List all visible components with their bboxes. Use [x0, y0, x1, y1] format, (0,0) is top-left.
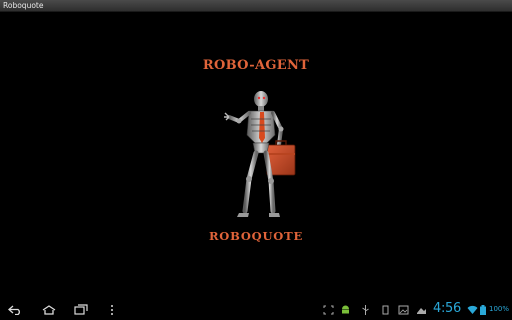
android-debug-icon [342, 305, 349, 314]
clock: 4:56 [433, 301, 461, 316]
title-bar: Roboquote [0, 0, 512, 12]
robot-illustration [224, 91, 296, 217]
usb-icon [362, 305, 369, 315]
home-icon[interactable] [40, 303, 58, 317]
window-title: Roboquote [3, 1, 44, 10]
picture-icon [398, 305, 409, 315]
back-icon[interactable] [6, 303, 24, 317]
system-navigation-bar: 4:56 100% [0, 300, 512, 320]
menu-icon[interactable] [103, 303, 121, 317]
battery-percentage: 100% [489, 305, 510, 313]
gallery-icon [382, 305, 389, 315]
wifi-icon [467, 305, 478, 314]
battery-icon [480, 305, 486, 315]
recent-apps-icon[interactable] [72, 303, 90, 317]
splash-poster: ROBO-AGENT ROBOQUOTE [195, 55, 317, 248]
download-icon [417, 308, 426, 314]
splash-top-text: ROBO-AGENT [202, 58, 310, 73]
splash-bottom-text: ROBOQUOTE [208, 229, 304, 243]
app-screen: Roboquote ROBO-AGENT ROBOQUOTE 4:56 100% [0, 0, 512, 320]
screenshot-icon [323, 305, 334, 315]
